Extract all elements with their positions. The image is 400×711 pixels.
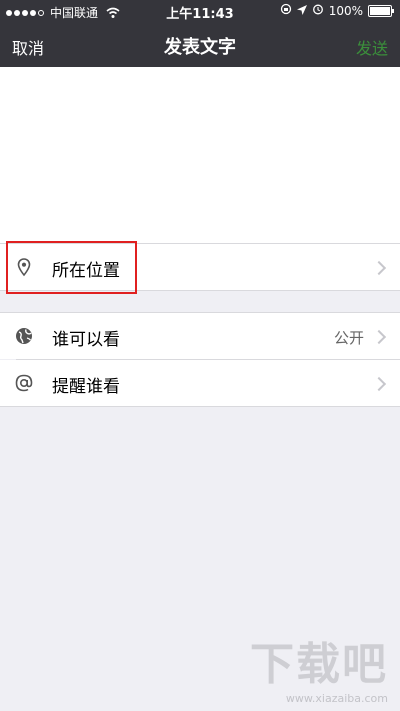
battery-fill [370,6,390,15]
watermark: 下载吧 www.xiazaiba.com [250,628,388,705]
visibility-row[interactable]: 谁可以看 公开 [0,313,400,359]
top-bar: 中国联通 上午11:43 100% 取消 发表文字 发送 [0,0,400,67]
location-arrow-icon [296,4,307,18]
status-bar: 中国联通 上午11:43 100% [0,0,400,22]
highlight-annotation [6,241,137,294]
battery-icon [368,4,394,17]
watermark-logo: 下载吧 [250,639,388,690]
status-right: 100% [280,3,394,18]
page-title: 发表文字 [164,37,236,58]
chevron-right-icon [371,260,387,276]
nav-bar: 取消 发表文字 发送 [0,22,400,67]
globe-icon [14,326,34,346]
visibility-label: 谁可以看 [52,330,120,350]
send-button[interactable]: 发送 [356,35,388,59]
chevron-right-icon [371,329,387,345]
at-icon [14,373,34,393]
text-compose-area[interactable] [0,67,400,243]
battery-percent: 100% [328,3,363,18]
alarm-icon [312,3,324,18]
divider [0,406,400,407]
watermark-url: www.xiazaiba.com [285,692,388,705]
visibility-value: 公开 [333,329,364,347]
rotation-lock-icon [280,3,292,18]
chevron-right-icon [371,376,387,392]
mention-label: 提醒谁看 [52,377,120,397]
mention-row[interactable]: 提醒谁看 [0,360,400,406]
